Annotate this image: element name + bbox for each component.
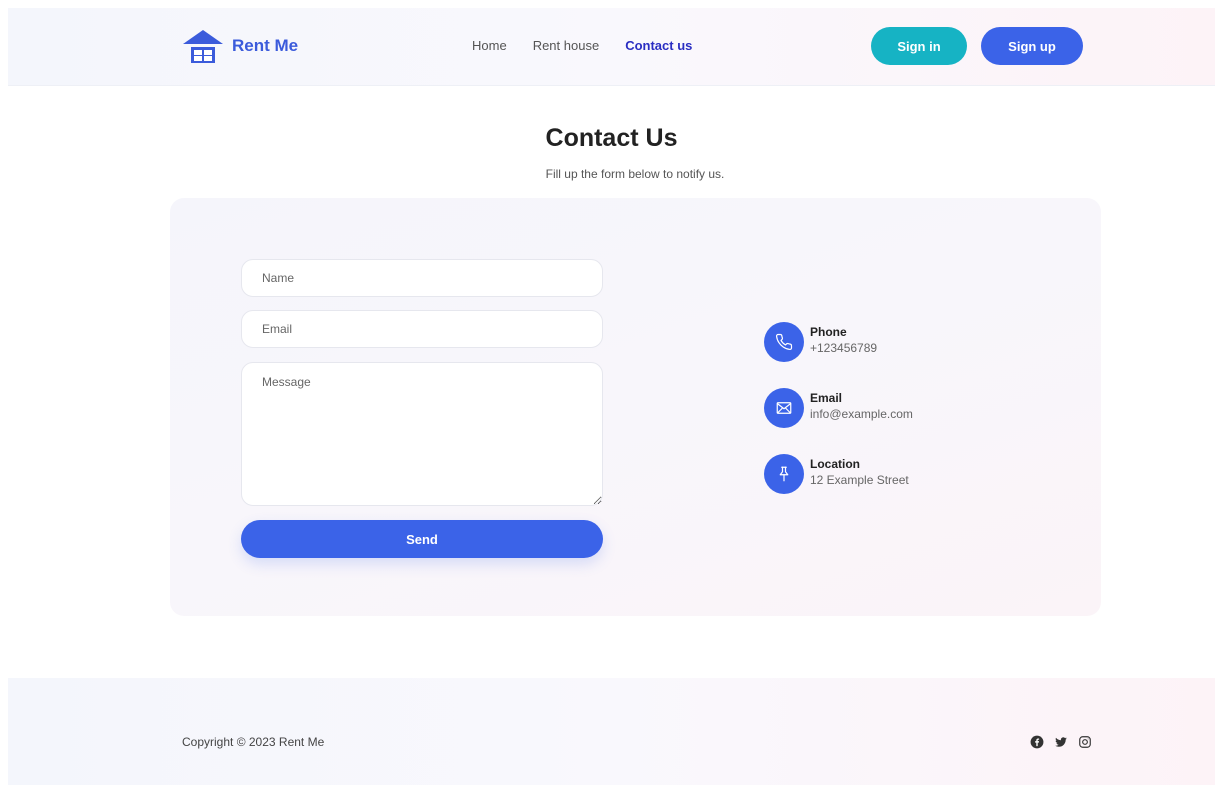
pushpin-icon (764, 454, 804, 494)
name-input[interactable] (241, 259, 603, 297)
send-button[interactable]: Send (241, 520, 603, 558)
site-footer: Copyright © 2023 Rent Me (8, 678, 1215, 785)
twitter-icon[interactable] (1054, 735, 1068, 749)
social-links (1030, 735, 1092, 749)
facebook-icon[interactable] (1030, 735, 1044, 749)
copyright-text: Copyright © 2023 Rent Me (182, 735, 325, 749)
sign-in-button[interactable]: Sign in (871, 27, 967, 65)
contact-value: info@example.com (810, 407, 913, 421)
contact-label: Location (810, 457, 860, 471)
nav-home[interactable]: Home (472, 38, 507, 53)
envelope-icon (764, 388, 804, 428)
instagram-icon[interactable] (1078, 735, 1092, 749)
contact-phone: Phone +123456789 (764, 322, 877, 362)
contact-location: Location 12 Example Street (764, 454, 909, 494)
contact-label: Email (810, 391, 843, 405)
sign-up-button[interactable]: Sign up (981, 27, 1083, 65)
brand-logo[interactable]: Rent Me (182, 28, 298, 64)
nav-rent-house[interactable]: Rent house (533, 38, 600, 53)
nav-contact-us[interactable]: Contact us (625, 38, 692, 53)
main-nav: Home Rent house Contact us (472, 38, 718, 53)
contact-value: +123456789 (810, 341, 878, 355)
contact-label: Phone (810, 325, 847, 339)
message-textarea[interactable] (241, 362, 603, 506)
page-title: Contact Us (545, 124, 678, 152)
house-icon (183, 30, 223, 63)
page-subtitle: Fill up the form below to notify us. (545, 167, 725, 181)
contact-email: Email info@example.com (764, 388, 913, 428)
email-input[interactable] (241, 310, 603, 348)
phone-icon (764, 322, 804, 362)
site-header: Rent Me Home Rent house Contact us Sign … (8, 8, 1215, 86)
brand-name: Rent Me (232, 36, 299, 55)
contact-value: 12 Example Street (810, 473, 909, 487)
